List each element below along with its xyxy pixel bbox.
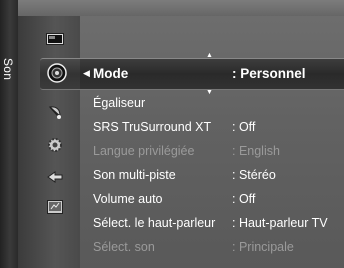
menu-item-value: : Stéréo — [232, 168, 276, 182]
menu-item-egaliseur[interactable]: Égaliseur — [80, 96, 344, 116]
menu-item-label: SRS TruSurround XT — [93, 120, 212, 134]
channel-icon[interactable] — [45, 103, 65, 121]
menu-item-mode[interactable]: Mode : Personnel — [80, 66, 344, 86]
menu-item-langue: Langue privilégiée : English — [80, 144, 344, 164]
input-icon[interactable] — [45, 168, 65, 186]
menu-item-value: : Haut-parleur TV — [232, 216, 328, 230]
menu-item-value: : Personnel — [232, 66, 306, 81]
menu-item-label: Langue privilégiée — [93, 144, 195, 158]
menu-item-label: Égaliseur — [93, 96, 146, 110]
menu-item-srs-trusurround[interactable]: SRS TruSurround XT : Off — [80, 120, 344, 140]
menu-item-label: Volume auto — [93, 192, 163, 206]
menu-item-label: Mode — [93, 66, 129, 81]
settings-icon[interactable] — [45, 136, 65, 154]
menu-item-haut-parleur[interactable]: Sélect. le haut-parleur : Haut-parleur T… — [80, 216, 344, 236]
osd-menu: Son ◀ ▲ ▼ Mode: Personnel Égaliseur SRS… — [0, 0, 344, 268]
down-arrow-icon: ▼ — [206, 89, 213, 96]
top-bar — [18, 0, 344, 16]
menu-item-select-son: Sélect. son : Principale — [80, 240, 344, 260]
menu-item-value: : Off — [232, 120, 256, 134]
application-icon[interactable] — [45, 198, 65, 216]
menu-item-value: : Off — [232, 192, 256, 206]
up-arrow-icon: ▲ — [206, 52, 213, 59]
menu-item-value: : English — [232, 144, 280, 158]
menu-item-label: Sélect. son — [93, 240, 155, 254]
sound-icon[interactable] — [47, 63, 67, 83]
section-title: Son — [1, 58, 15, 81]
menu-item-label: Sélect. le haut-parleur — [93, 216, 216, 230]
menu-item-volume-auto[interactable]: Volume auto : Off — [80, 192, 344, 212]
menu-item-label: Son multi-piste — [93, 168, 176, 182]
menu-item-son-multi-piste[interactable]: Son multi-piste : Stéréo — [80, 168, 344, 188]
menu-item-value: : Principale — [232, 240, 294, 254]
picture-icon[interactable] — [45, 30, 65, 48]
section-strip: Son — [0, 0, 18, 268]
